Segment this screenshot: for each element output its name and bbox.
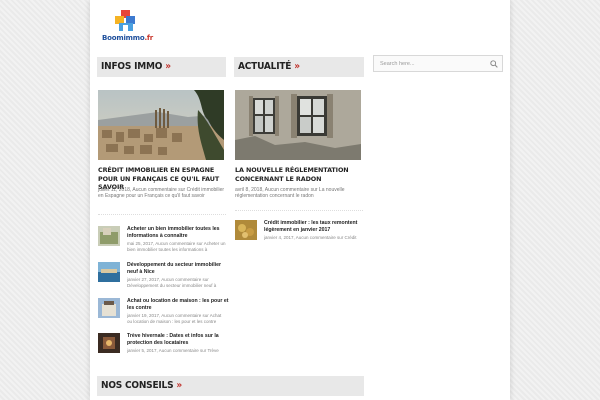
divider xyxy=(235,210,363,211)
feature-meta-infos: juillet 11, 2018, Aucun commentaire sur … xyxy=(98,187,225,200)
section-nos-conseils[interactable]: Nos conseils» xyxy=(97,376,364,396)
section-title: Nos conseils xyxy=(101,380,174,391)
list-item[interactable]: Développement du secteur immobilier neuf… xyxy=(98,262,226,290)
search-placeholder: Search here... xyxy=(380,61,415,67)
logo-name: Boomimmo xyxy=(102,34,145,42)
list-item-meta: janvier 5, 2017, Aucun commentaire sur T… xyxy=(127,348,219,353)
section-infos-immo[interactable]: Infos immo» xyxy=(97,57,226,77)
list-item[interactable]: Trève hivernale : Dates et infos sur la … xyxy=(98,333,226,361)
double-chevron-icon: » xyxy=(165,61,171,72)
list-item-title[interactable]: Développement du secteur immobilier neuf… xyxy=(127,262,229,276)
double-chevron-icon: » xyxy=(176,380,182,391)
feature-image-old-window[interactable] xyxy=(235,90,361,160)
list-item-meta: janvier 4, 2017, Aucun commentaire sur C… xyxy=(264,235,357,240)
feature-image-barcelona[interactable] xyxy=(98,90,224,160)
double-chevron-icon: » xyxy=(294,61,300,72)
thumbnail-image[interactable] xyxy=(98,262,120,282)
logo-text: Boomimmo.fr xyxy=(102,34,153,42)
list-item-meta: mai 25, 2017, Aucun commentaire sur Ache… xyxy=(127,241,226,252)
list-item-meta: janvier 27, 2017, Aucun commentaire sur … xyxy=(127,277,217,288)
feature-title-actualite[interactable]: La nouvelle réglementation concernant le… xyxy=(235,166,363,183)
list-item-meta: janvier 19, 2017, Aucun commentaire sur … xyxy=(127,313,222,324)
list-item-title[interactable]: Crédit immobilier : les taux remontent l… xyxy=(264,220,366,234)
section-actualite[interactable]: Actualité» xyxy=(234,57,364,77)
section-title: Actualité xyxy=(238,61,292,72)
logo-suffix: .fr xyxy=(144,34,154,42)
search-input[interactable]: Search here... xyxy=(373,55,503,72)
divider xyxy=(98,214,226,215)
search-icon[interactable] xyxy=(490,60,498,68)
list-item[interactable]: Acheter un bien immobilier toutes les in… xyxy=(98,226,226,254)
site-logo[interactable]: Boomimmo.fr xyxy=(102,10,153,44)
feature-meta-actualite: avril 8, 2018, Aucun commentaire sur La … xyxy=(235,187,345,200)
list-item[interactable]: Crédit immobilier : les taux remontent l… xyxy=(235,220,363,248)
list-item[interactable]: Achat ou location de maison : les pour e… xyxy=(98,298,229,326)
thumbnail-image[interactable] xyxy=(98,333,120,353)
logo-cubes-icon xyxy=(115,10,135,31)
list-item-title[interactable]: Acheter un bien immobilier toutes les in… xyxy=(127,226,229,240)
section-title: Infos immo xyxy=(101,61,163,72)
list-item-title[interactable]: Achat ou location de maison : les pour e… xyxy=(127,298,229,312)
list-item-title[interactable]: Trève hivernale : Dates et infos sur la … xyxy=(127,333,229,347)
thumbnail-image[interactable] xyxy=(98,226,120,246)
thumbnail-image[interactable] xyxy=(235,220,257,240)
thumbnail-image[interactable] xyxy=(98,298,120,318)
